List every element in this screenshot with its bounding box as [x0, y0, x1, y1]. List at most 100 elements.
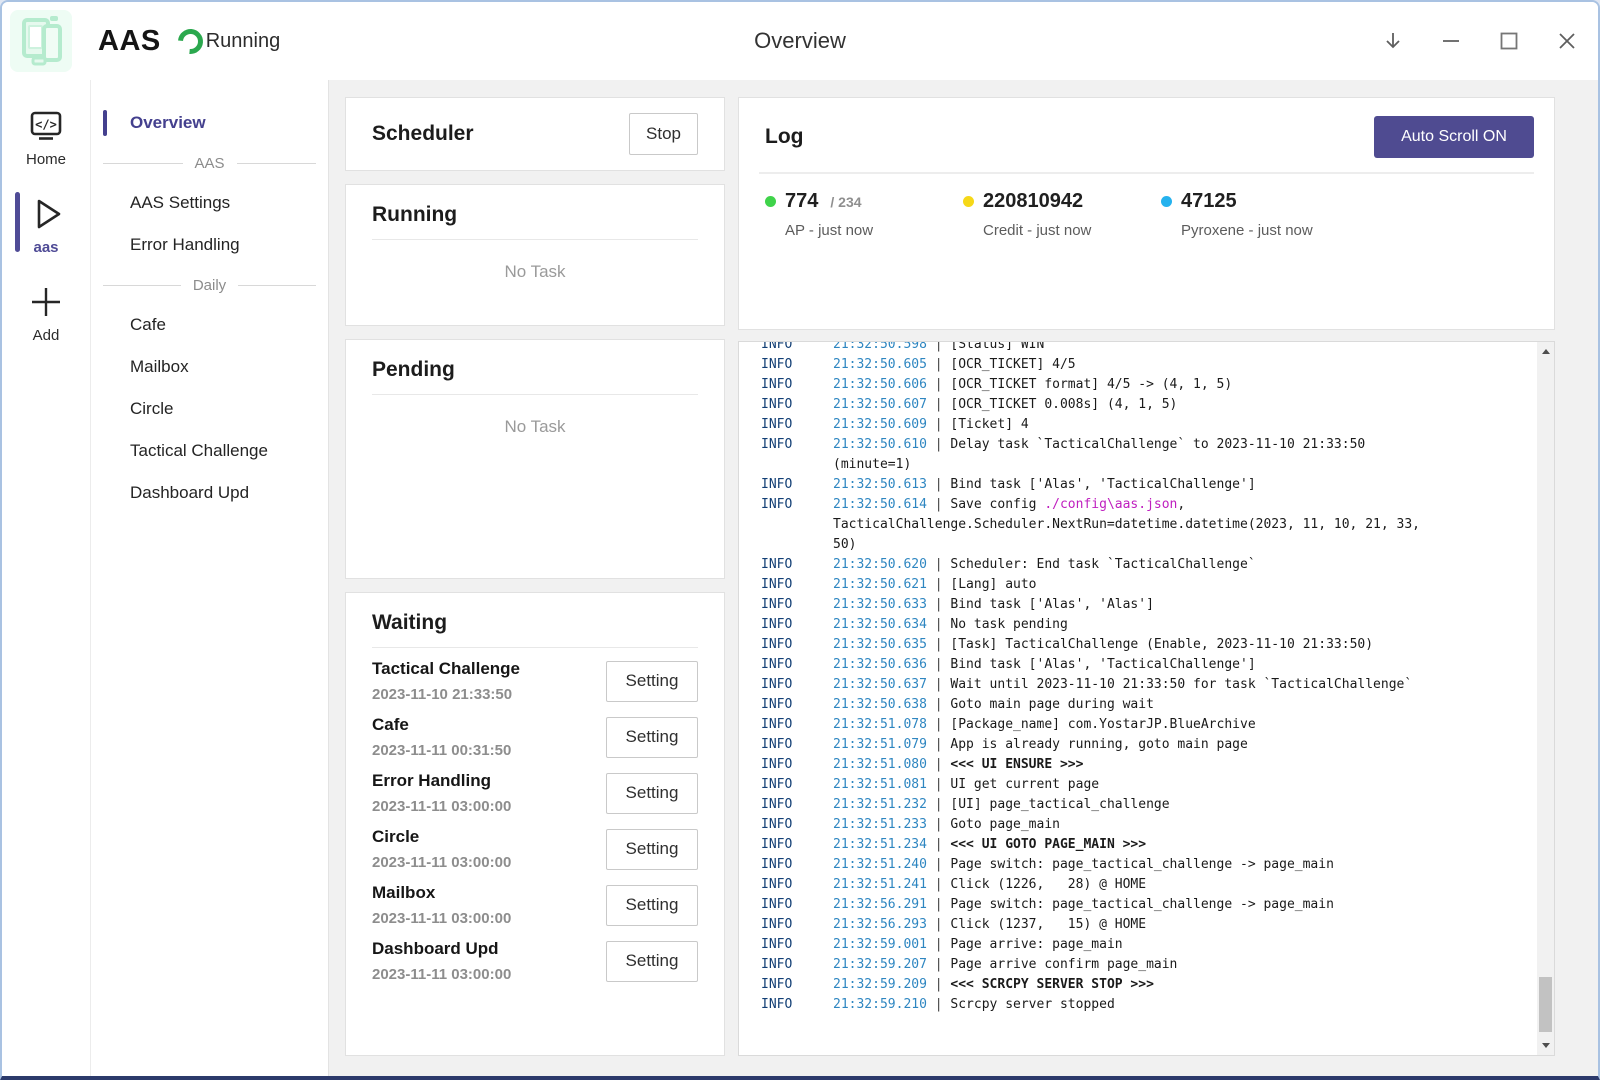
log-entry-body: 21:32:51.233 | Goto page_main	[833, 815, 1443, 835]
scrollbar-down-arrow-icon[interactable]	[1537, 1037, 1554, 1054]
log-timestamp: 21:32:50.634	[833, 617, 927, 632]
nav-item-circle[interactable]: Circle	[91, 388, 328, 430]
log-separator: |	[927, 557, 950, 572]
setting-button[interactable]: Setting	[606, 773, 698, 814]
nav-item-mailbox[interactable]: Mailbox	[91, 346, 328, 388]
log-separator: |	[927, 617, 950, 632]
divider	[372, 647, 698, 648]
log-level: INFO	[761, 915, 833, 935]
setting-button[interactable]: Setting	[606, 941, 698, 982]
code-monitor-icon: </>	[26, 106, 66, 146]
log-message: <<< UI GOTO PAGE_MAIN >>>	[950, 837, 1146, 852]
log-title: Log	[765, 125, 803, 149]
nav-item-label: Cafe	[130, 315, 166, 335]
log-message: Page arrive: page_main	[950, 937, 1122, 952]
log-entry-body: 21:32:51.234 | <<< UI GOTO PAGE_MAIN >>>	[833, 835, 1443, 855]
log-level: INFO	[761, 575, 833, 595]
setting-button[interactable]: Setting	[606, 661, 698, 702]
log-entry: INFO 21:32:51.079 | App is already runni…	[761, 735, 1537, 755]
play-icon	[26, 194, 66, 234]
setting-button[interactable]: Setting	[606, 717, 698, 758]
nav-item-aas-settings[interactable]: AAS Settings	[91, 182, 328, 224]
rail-item-add[interactable]: Add	[2, 278, 90, 346]
log-separator: |	[927, 397, 950, 412]
log-entry: INFO 21:32:50.613 | Bind task ['Alas', '…	[761, 475, 1537, 495]
log-level: INFO	[761, 595, 833, 615]
log-entry-body: 21:32:59.210 | Scrcpy server stopped	[833, 995, 1443, 1015]
log-lines: INFO 21:32:50.598 | [Status] WIN INFO 21…	[761, 342, 1537, 1015]
log-level: INFO	[761, 835, 833, 855]
log-entry: INFO 21:32:50.633 | Bind task ['Alas', '…	[761, 595, 1537, 615]
nav-item-tactical-challenge[interactable]: Tactical Challenge	[91, 430, 328, 472]
log-message: [OCR_TICKET 0.008s] (4, 1, 5)	[950, 397, 1177, 412]
metric-label: Pyroxene - just now	[1161, 222, 1359, 239]
rail-item-home[interactable]: </> Home	[2, 102, 90, 170]
log-separator: |	[927, 342, 950, 352]
waiting-task-time: 2023-11-10 21:33:50	[372, 686, 520, 703]
stop-button[interactable]: Stop	[629, 113, 698, 155]
log-entry-body: 21:32:59.001 | Page arrive: page_main	[833, 935, 1443, 955]
log-separator: |	[927, 937, 950, 952]
log-entry: INFO 21:32:50.620 | Scheduler: End task …	[761, 555, 1537, 575]
nav-item-overview[interactable]: Overview	[91, 102, 328, 144]
log-message: [Package_name] com.YostarJP.BlueArchive	[950, 717, 1255, 732]
log-entry: INFO 21:32:51.233 | Goto page_main	[761, 815, 1537, 835]
log-entry: INFO 21:32:51.234 | <<< UI GOTO PAGE_MAI…	[761, 835, 1537, 855]
log-entry: INFO 21:32:50.609 | [Ticket] 4	[761, 415, 1537, 435]
log-level: INFO	[761, 975, 833, 995]
rail-item-label: Add	[33, 327, 60, 344]
maximize-icon[interactable]	[1498, 30, 1520, 52]
setting-button[interactable]: Setting	[606, 885, 698, 926]
metric-dot-icon	[963, 196, 974, 207]
log-timestamp: 21:32:51.078	[833, 717, 927, 732]
log-entry: INFO 21:32:50.605 | [OCR_TICKET] 4/5	[761, 355, 1537, 375]
log-timestamp: 21:32:51.232	[833, 797, 927, 812]
nav-item-cafe[interactable]: Cafe	[91, 304, 328, 346]
log-level: INFO	[761, 555, 833, 575]
minimize-icon[interactable]	[1440, 30, 1462, 52]
log-entry-body: 21:32:50.636 | Bind task ['Alas', 'Tacti…	[833, 655, 1443, 675]
waiting-task-info: Error Handling 2023-11-11 03:00:00	[372, 771, 511, 815]
log-entry-body: 21:32:50.610 | Delay task `TacticalChall…	[833, 435, 1443, 475]
log-timestamp: 21:32:59.209	[833, 977, 927, 992]
log-entry: INFO 21:32:56.291 | Page switch: page_ta…	[761, 895, 1537, 915]
log-separator: |	[927, 777, 950, 792]
log-column: Log Auto Scroll ON 774 / 234 AP - just n…	[738, 97, 1555, 1056]
log-scrollbar[interactable]	[1537, 342, 1554, 1055]
nav-item-label: Mailbox	[130, 357, 189, 377]
log-entry: INFO 21:32:50.634 | No task pending	[761, 615, 1537, 635]
nav-item-dashboard-upd[interactable]: Dashboard Upd	[91, 472, 328, 514]
nav-item-error-handling[interactable]: Error Handling	[91, 224, 328, 266]
log-timestamp: 21:32:50.609	[833, 417, 927, 432]
log-message: Click (1226, 28) @ HOME	[950, 877, 1146, 892]
nav-section-divider: Daily	[91, 266, 328, 304]
log-level: INFO	[761, 775, 833, 795]
waiting-task-row: Circle 2023-11-11 03:00:00 Setting	[372, 818, 698, 874]
log-entry: INFO 21:32:50.621 | [Lang] auto	[761, 575, 1537, 595]
log-level: INFO	[761, 342, 833, 355]
nav-item-label: Error Handling	[130, 235, 240, 255]
waiting-title: Waiting	[372, 611, 698, 635]
log-timestamp: 21:32:50.636	[833, 657, 927, 672]
log-entry-body: 21:32:51.232 | [UI] page_tactical_challe…	[833, 795, 1443, 815]
log-entry-body: 21:32:50.621 | [Lang] auto	[833, 575, 1443, 595]
auto-scroll-button[interactable]: Auto Scroll ON	[1374, 116, 1534, 158]
divider-line	[238, 285, 316, 286]
divider	[759, 172, 1534, 174]
close-icon[interactable]	[1556, 30, 1578, 52]
running-title: Running	[372, 203, 698, 227]
log-timestamp: 21:32:51.079	[833, 737, 927, 752]
update-down-arrow-icon[interactable]	[1382, 30, 1404, 52]
setting-button[interactable]: Setting	[606, 829, 698, 870]
scrollbar-up-arrow-icon[interactable]	[1537, 343, 1554, 360]
log-output-panel: INFO 21:32:50.598 | [Status] WIN INFO 21…	[738, 341, 1555, 1056]
waiting-task-name: Error Handling	[372, 771, 511, 791]
rail-item-aas[interactable]: aas	[2, 190, 90, 258]
log-scroll-area[interactable]: INFO 21:32:50.598 | [Status] WIN INFO 21…	[739, 342, 1537, 1055]
log-level: INFO	[761, 635, 833, 655]
waiting-task-info: Dashboard Upd 2023-11-11 03:00:00	[372, 939, 511, 983]
icon-rail: </> Home aas Add	[2, 80, 90, 1076]
log-timestamp: 21:32:50.614	[833, 497, 927, 512]
log-timestamp: 21:32:50.610	[833, 437, 927, 452]
scrollbar-thumb[interactable]	[1539, 977, 1552, 1032]
